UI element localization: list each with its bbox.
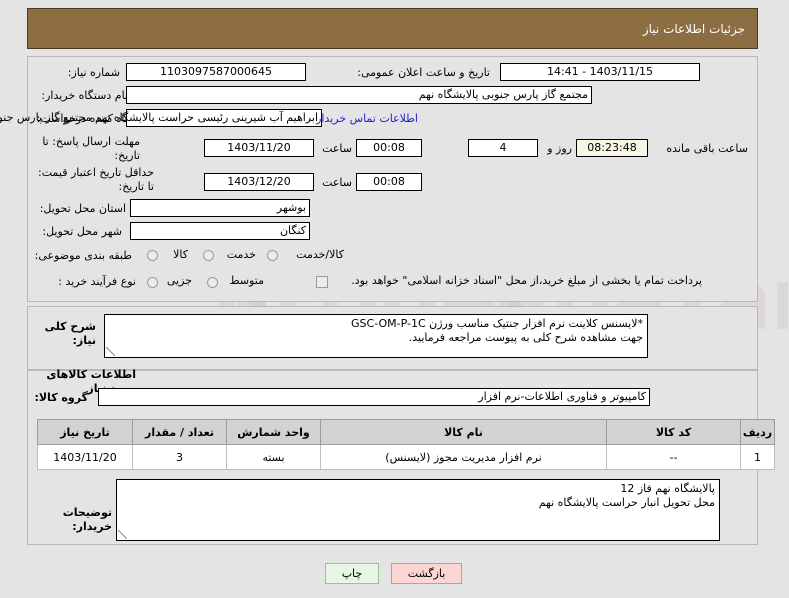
province-label: استان محل تحویل:	[40, 202, 127, 215]
treasury-checkbox[interactable]	[317, 276, 329, 288]
goods-table: ردیف کد کالا نام کالا واحد شمارش تعداد /…	[38, 419, 776, 470]
remaining-time-label: ساعت باقی مانده	[667, 142, 749, 155]
price-validity-date: 1403/12/20	[205, 173, 315, 191]
resize-handle-icon[interactable]	[119, 530, 128, 539]
city-label: شهر محل تحویل:	[43, 225, 123, 238]
th-quantity: تعداد / مقدار	[133, 419, 228, 445]
radio-category-service[interactable]	[204, 250, 215, 261]
buyer-contact-link[interactable]: اطلاعات تماس خریدار	[317, 112, 419, 125]
process-type-label: نوع فرآیند خرید :	[59, 275, 137, 288]
remaining-time-value: 08:23:48	[577, 139, 649, 157]
page-title: جزئیات اطلاعات نیاز	[643, 21, 746, 36]
description-textarea[interactable]: *لایسنس کلاینت نرم افزار جنتیک مناسب ورژ…	[105, 314, 649, 358]
cell-need-date: 1403/11/20	[38, 444, 134, 470]
treasury-note-label: پرداخت تمام یا بخشی از مبلغ خرید،از محل …	[352, 274, 703, 287]
remaining-days-label: روز و	[548, 142, 573, 155]
price-validity-label: حداقل تاریخ اعتبار قیمت: تا تاریخ:	[39, 166, 155, 193]
th-need-date: تاریخ نیاز	[38, 419, 134, 445]
radio-process-medium[interactable]	[208, 277, 219, 288]
price-validity-hour-label: ساعت	[323, 176, 353, 189]
deadline-date: 1403/11/20	[205, 139, 315, 157]
goods-group-value: کامپیوتر و فناوری اطلاعات-نرم افزار	[99, 388, 651, 406]
description-label: شرح کلی نیاز:	[45, 320, 97, 347]
process-option-1-label: متوسط	[230, 274, 265, 287]
table-row: 1 -- نرم افزار مدیریت مجوز (لایسنس) بسته…	[38, 444, 776, 470]
buyer-notes-textarea[interactable]: پالایشگاه نهم فاز 12 محل تحویل انبار حرا…	[117, 479, 721, 541]
need-number-label: شماره نیاز:	[68, 66, 121, 79]
cell-row-index: 1	[741, 444, 776, 470]
category-option-1-label: خدمت	[227, 248, 257, 261]
deadline-label: مهلت ارسال پاسخ: تا تاریخ:	[43, 135, 141, 162]
province-value: بوشهر	[131, 199, 311, 217]
goods-group-label: گروه کالا:	[35, 391, 89, 404]
page-header: جزئیات اطلاعات نیاز	[28, 8, 759, 49]
footer-button-bar: بازگشت چاپ	[0, 563, 789, 584]
radio-process-minor[interactable]	[148, 277, 159, 288]
th-item-name: نام کالا	[321, 419, 608, 445]
deadline-hour-value: 00:08	[357, 139, 423, 157]
category-label: طبقه بندی موضوعی:	[35, 249, 133, 262]
city-value: کنگان	[131, 222, 311, 240]
need-number-value: 1103097587000645	[127, 63, 307, 81]
category-option-2-label: کالا/خدمت	[297, 248, 345, 261]
cell-unit: بسته	[227, 444, 322, 470]
cell-item-code: --	[607, 444, 742, 470]
cell-quantity: 3	[133, 444, 228, 470]
creator-value: ابراهیم آب شیرینی رئیسی حراست پالایشگاه …	[0, 109, 323, 127]
print-button[interactable]: چاپ	[325, 563, 381, 584]
buyer-org-label: نام دستگاه خریدار:	[42, 89, 129, 102]
th-row-index: ردیف	[741, 419, 776, 445]
cell-item-name: نرم افزار مدیریت مجوز (لایسنس)	[321, 444, 608, 470]
deadline-hour-label: ساعت	[323, 142, 353, 155]
process-option-0-label: جزیی	[167, 274, 193, 287]
radio-category-goods-service[interactable]	[268, 250, 279, 261]
back-button[interactable]: بازگشت	[391, 563, 464, 584]
radio-category-goods[interactable]	[148, 250, 159, 261]
page-root: جزئیات اطلاعات نیاز Artidevbazar.net شما…	[0, 0, 789, 598]
table-header-row: ردیف کد کالا نام کالا واحد شمارش تعداد /…	[38, 419, 776, 445]
buyer-org-value: مجتمع گاز پارس جنوبی پالایشگاه نهم	[127, 86, 593, 104]
th-item-code: کد کالا	[607, 419, 742, 445]
price-validity-hour-value: 00:08	[357, 173, 423, 191]
resize-handle-icon[interactable]	[107, 347, 116, 356]
announce-datetime-value: 1403/11/15 - 14:41	[501, 63, 701, 81]
th-unit: واحد شمارش	[227, 419, 322, 445]
category-option-0-label: کالا	[174, 248, 189, 261]
announce-datetime-label: تاریخ و ساعت اعلان عمومی:	[358, 66, 491, 79]
remaining-days-value: 4	[469, 139, 539, 157]
buyer-notes-label: توضیحات خریدار:	[63, 506, 113, 533]
